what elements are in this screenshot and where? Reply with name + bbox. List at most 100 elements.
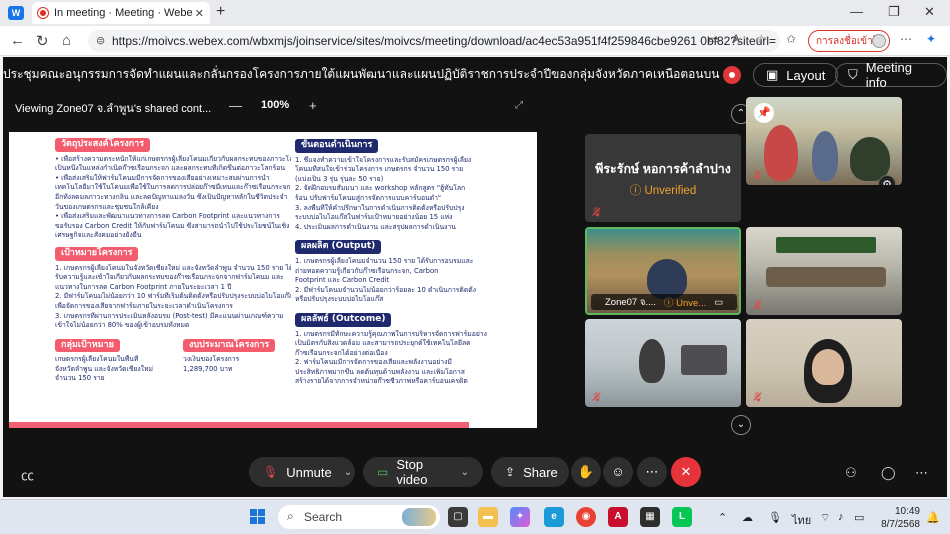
steps-line: 3. ลงพื้นที่ให้คำปรึกษาในการดำเนินการติด…: [295, 203, 465, 212]
conference-table: [766, 267, 886, 287]
line-app-icon[interactable]: L: [672, 507, 692, 527]
chevron-down-icon[interactable]: ⌄: [344, 467, 352, 478]
back-arrow-icon[interactable]: ←: [10, 32, 25, 49]
task-view-icon[interactable]: ▢: [448, 507, 468, 527]
pdf-reader-icon[interactable]: A: [608, 507, 628, 527]
stop-video-label: Stop video: [396, 457, 428, 487]
language-indicator[interactable]: ไทย: [792, 511, 811, 529]
copilot-app-icon[interactable]: ✦: [510, 507, 530, 527]
address-bar[interactable]: ⊜ https://moivcs.webex.com/wbxmjs/joinse…: [88, 30, 780, 52]
site-info-icon[interactable]: ⊜: [96, 34, 105, 47]
clock-time: 10:49: [894, 506, 920, 517]
muted-mic-icon: 🎙: [752, 170, 764, 180]
pin-icon[interactable]: 📌: [754, 103, 774, 123]
output-header: ผลผลิต (Output): [295, 240, 382, 254]
leave-meeting-button[interactable]: ✕: [671, 457, 701, 487]
participant-tile-video[interactable]: 📌 ⚙ 🎙: [746, 97, 902, 185]
onedrive-icon[interactable]: ☁: [742, 511, 753, 524]
layout-label: Layout: [786, 67, 826, 83]
home-icon[interactable]: ⌂: [62, 32, 71, 49]
taskbar-search[interactable]: ⌕ Search: [278, 505, 440, 529]
maximize-button[interactable]: ❐: [888, 4, 900, 20]
search-icon: ⌕: [287, 509, 294, 523]
chrome-browser-icon[interactable]: ◉: [576, 507, 596, 527]
copilot-icon[interactable]: ✦: [926, 32, 936, 46]
store-icon[interactable]: ▦: [640, 507, 660, 527]
steps-header: ขั้นตอนดำเนินการ: [295, 139, 379, 153]
edge-browser-icon[interactable]: e: [544, 507, 564, 527]
system-clock[interactable]: 10:49 8/7/2568: [868, 505, 920, 531]
doc-left-column: วัตถุประสงค์โครงการ • เพื่อสร้างความตระห…: [55, 136, 291, 384]
zoom-out-button[interactable]: —: [229, 98, 242, 113]
tab-title: In meeting · Meeting · Webe: [54, 7, 193, 19]
steps-list: 1. ชี้แจงทำความเข้าใจโครงการและรับสมัครเ…: [295, 156, 533, 233]
browser-tab-meeting[interactable]: In meeting · Meeting · Webe ✕: [32, 2, 210, 24]
reactions-button[interactable]: ☺: [603, 457, 633, 487]
objective-line: • เพื่อส่งเสริมให้ฟาร์มโคนมมีการจัดการขอ…: [55, 173, 270, 182]
target-line: 3. เกษตรกรที่ผ่านการประเมินหลังอบรม (Pos…: [55, 311, 284, 320]
participant-tile-office[interactable]: 🎙: [585, 319, 741, 407]
outcome-line: ก๊าซเรือนกระจกได้อย่างต่อเนื่อง: [295, 348, 388, 357]
participant-tile-meeting-room[interactable]: 🎙: [746, 227, 902, 315]
wifi-icon[interactable]: ⌔: [820, 511, 830, 525]
unmute-button[interactable]: 🎙 Unmute ⌄: [249, 457, 355, 487]
battery-icon[interactable]: ▭: [854, 511, 864, 524]
participant-tile-name[interactable]: พีระรักษ์ หอการค้าลำปาง ⓘ Unverified 🎙: [585, 134, 741, 222]
favorites-icon[interactable]: ✩: [786, 32, 796, 46]
windows-start-icon[interactable]: [250, 509, 266, 525]
outcome-header: ผลลัพธ์ (Outcome): [295, 312, 392, 327]
sign-in-pill[interactable]: การลงชื่อเข้าใช้: [808, 30, 890, 52]
objective-line: วันของเกษตรกรและชุมชนใกล้เคียง: [55, 202, 159, 211]
chat-icon[interactable]: ◯: [881, 465, 896, 481]
minimize-button[interactable]: —: [850, 4, 863, 19]
chevron-down-icon[interactable]: ⌄: [461, 467, 469, 478]
favorite-star-icon[interactable]: ☆: [756, 32, 767, 46]
volume-icon[interactable]: ♪: [838, 511, 844, 523]
tray-chevron-icon[interactable]: ⌃: [718, 511, 727, 524]
doc-bottom-band: [9, 422, 469, 428]
objective-header: วัตถุประสงค์โครงการ: [55, 138, 151, 152]
outcome-line: สร้างรายได้จากการจำหน่ายก๊าซชีวภาพหรือคา…: [295, 377, 468, 386]
stop-video-button[interactable]: ▭ Stop video ⌄: [363, 457, 483, 487]
share-button[interactable]: ⇪ Share: [491, 457, 569, 487]
output-list: 1. เกษตรกรผู้เลี้ยงโคนมจำนวน 150 ราย ได้…: [295, 257, 533, 305]
participant-name: พีระรักษ์ หอการค้าลำปาง: [595, 161, 731, 176]
captions-icon[interactable]: ㏄: [21, 465, 34, 484]
shared-content: วัตถุประสงค์โครงการ • เพื่อสร้างความตระห…: [9, 132, 537, 428]
participants-icon[interactable]: ⚇: [845, 465, 857, 481]
zone-name: Zone07 จ....: [605, 296, 656, 308]
steps-line: 4. ประเมินผลการดำเนินงาน และสรุปผลการดำเ…: [295, 222, 456, 231]
profile-avatar: [872, 34, 886, 48]
recording-button[interactable]: [723, 66, 741, 84]
reload-icon[interactable]: ↻: [36, 32, 49, 50]
steps-line: 1. ชี้แจงทำความเข้าใจโครงการและรับสมัครเ…: [295, 155, 472, 164]
share-icon: ⇪: [505, 465, 516, 479]
participant-tile-webcam[interactable]: 🎙: [746, 319, 902, 407]
scroll-down-icon[interactable]: ⌄: [731, 415, 751, 435]
mic-tray-icon[interactable]: 🎙: [768, 511, 782, 524]
outcome-line: 1. เกษตรกรมีทักษะความรู้คุณภาพในการบริหา…: [295, 329, 487, 338]
zoom-in-button[interactable]: +: [309, 98, 317, 113]
muted-mic-icon: 🎙: [591, 392, 603, 402]
more-options-button[interactable]: ⋯: [637, 457, 667, 487]
fullscreen-icon[interactable]: ⤢: [515, 100, 523, 111]
browser-tab-strip: W In meeting · Meeting · Webe ✕ + — ❐ ✕: [0, 0, 950, 26]
close-window-button[interactable]: ✕: [924, 4, 935, 20]
read-aloud-icon[interactable]: A: [732, 32, 740, 46]
participant-tile-zone07[interactable]: Zone07 จ.... ⓘ Unve... ▭: [585, 227, 741, 315]
meeting-info-button[interactable]: ⛉ Meeting info: [835, 60, 947, 90]
new-tab-button[interactable]: +: [216, 3, 225, 21]
tab-close-icon[interactable]: ✕: [195, 7, 204, 20]
settings-gear-icon[interactable]: ⚙: [878, 175, 896, 185]
notification-bell-icon[interactable]: 🔔: [926, 511, 940, 524]
cast-icon[interactable]: ▭: [708, 32, 719, 46]
webex-app-icon[interactable]: W: [8, 6, 24, 20]
more-menu-icon[interactable]: ⋯: [900, 32, 912, 46]
more-panel-icon[interactable]: ⋯: [915, 465, 928, 481]
layout-button[interactable]: ▣ Layout: [753, 63, 839, 87]
zoom-level: 100%: [261, 99, 290, 111]
target-list: 1. เกษตรกรผู้เลี้ยงโคนมในจังหวัดเชียงใหม…: [55, 264, 291, 331]
outcome-line: ประสิทธิภาพมากขึ้น ลดต้นทุนด้านพลังงาน แ…: [295, 367, 465, 376]
file-explorer-icon[interactable]: ▬: [478, 507, 498, 527]
raise-hand-button[interactable]: ✋: [571, 457, 601, 487]
